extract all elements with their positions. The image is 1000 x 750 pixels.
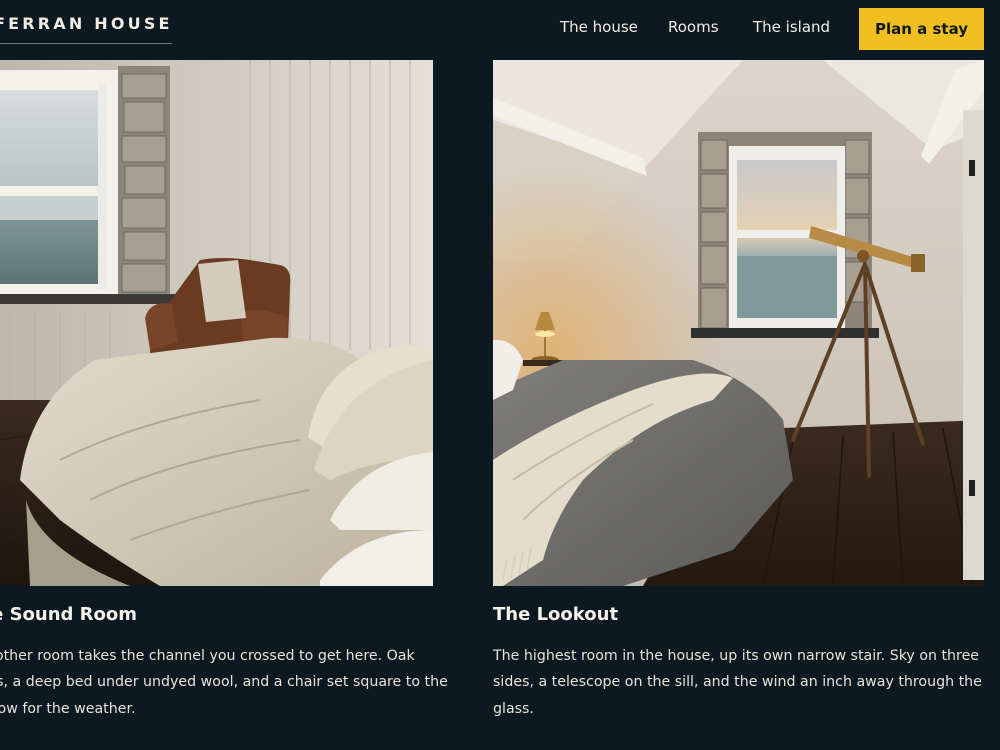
room-title-lookout: The Lookout — [493, 604, 619, 625]
plan-a-stay-button[interactable]: Plan a stay — [859, 8, 984, 50]
nav-link-the-house[interactable]: The house — [560, 18, 638, 36]
sound-room-illustration — [0, 60, 433, 586]
description-line: floors, a deep bed under undyed wool, an… — [0, 674, 448, 691]
description-line: window for the weather. — [0, 700, 136, 717]
brand-underline — [0, 43, 172, 44]
lookout-illustration — [493, 60, 984, 586]
description-line: sides, a telescope on the sill, and the … — [493, 674, 982, 691]
site-header: FERRAN HOUSE The house Rooms The island … — [0, 0, 1000, 60]
lookout-photo — [493, 60, 984, 586]
room-title-sound-room: The Sound Room — [0, 604, 138, 625]
description-line: The other room takes the channel you cro… — [0, 648, 415, 664]
sound-room-photo — [0, 60, 433, 586]
room-description-lookout: The highest room in the house, up its ow… — [493, 643, 982, 722]
nav-link-rooms[interactable]: Rooms — [668, 18, 719, 36]
room-description-sound-room: The other room takes the channel you cro… — [0, 643, 448, 722]
brand-logo[interactable]: FERRAN HOUSE — [0, 14, 173, 33]
nav-link-the-island[interactable]: The island — [753, 18, 830, 36]
description-line: The highest room in the house, up its ow… — [493, 648, 980, 664]
description-line: glass. — [493, 700, 534, 717]
